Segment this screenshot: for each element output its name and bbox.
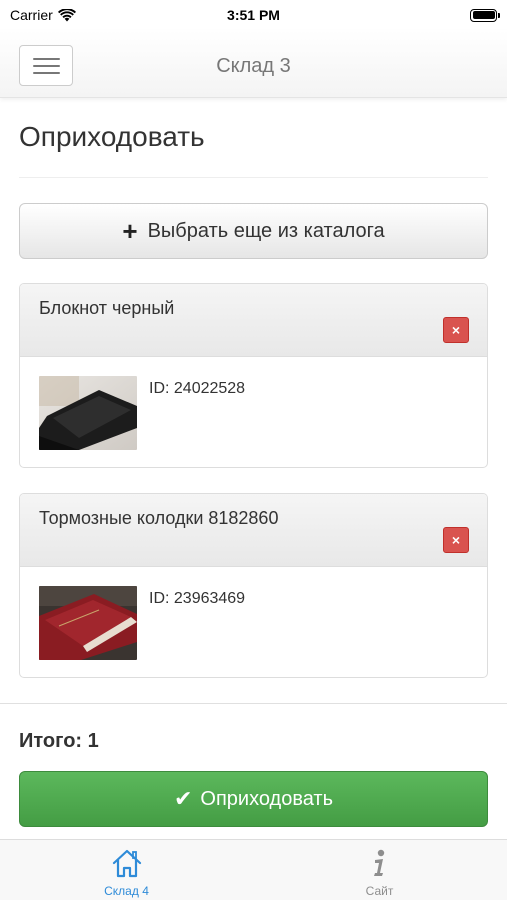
item-thumbnail (39, 586, 137, 660)
plus-icon: + (122, 216, 138, 246)
divider (0, 703, 507, 704)
item-thumbnail (39, 376, 137, 450)
divider (19, 177, 488, 178)
tab-warehouse[interactable]: Склад 4 (0, 840, 253, 901)
item-card: Блокнот черный × ID: 24022528 (19, 283, 488, 468)
receive-items-button[interactable]: ✔ Оприходовать (19, 771, 488, 827)
home-icon (112, 849, 141, 878)
total-count: Итого: 1 (19, 730, 99, 752)
battery-icon (470, 8, 500, 22)
notebook-photo (39, 376, 137, 450)
item-card-header: Тормозные колодки 8182860 × (20, 494, 487, 567)
checkmark-icon: ✔ (173, 786, 193, 811)
info-icon (373, 849, 384, 876)
item-name: Блокнот черный (39, 298, 175, 318)
status-bar: Carrier 3:51 PM (0, 0, 507, 30)
close-icon: × (451, 532, 461, 548)
close-icon: × (451, 322, 461, 338)
item-card: Тормозные колодки 8182860 × ID: 23963469 (19, 493, 488, 678)
select-from-catalog-button[interactable]: + Выбрать еще из каталога (19, 203, 488, 259)
page-title: Оприходовать (19, 121, 205, 152)
clock: 3:51 PM (227, 7, 280, 23)
item-id: ID: 23963469 (149, 590, 246, 607)
tab-warehouse-label: Склад 4 (104, 884, 149, 898)
tab-bar: Склад 4 Сайт (0, 839, 507, 900)
receive-items-label: Оприходовать (200, 787, 334, 810)
item-id: ID: 24022528 (149, 380, 246, 397)
item-card-header: Блокнот черный × (20, 284, 487, 357)
item-name: Тормозные колодки 8182860 (39, 508, 279, 528)
select-from-catalog-label: Выбрать еще из каталога (147, 219, 385, 242)
delete-item-button[interactable]: × (443, 527, 469, 553)
delete-item-button[interactable]: × (443, 317, 469, 343)
tab-site-label: Сайт (365, 884, 394, 898)
book-photo (39, 586, 137, 660)
navbar: Склад 3 (0, 30, 507, 98)
navbar-title: Склад 3 (216, 55, 291, 77)
tab-site[interactable]: Сайт (253, 840, 506, 901)
